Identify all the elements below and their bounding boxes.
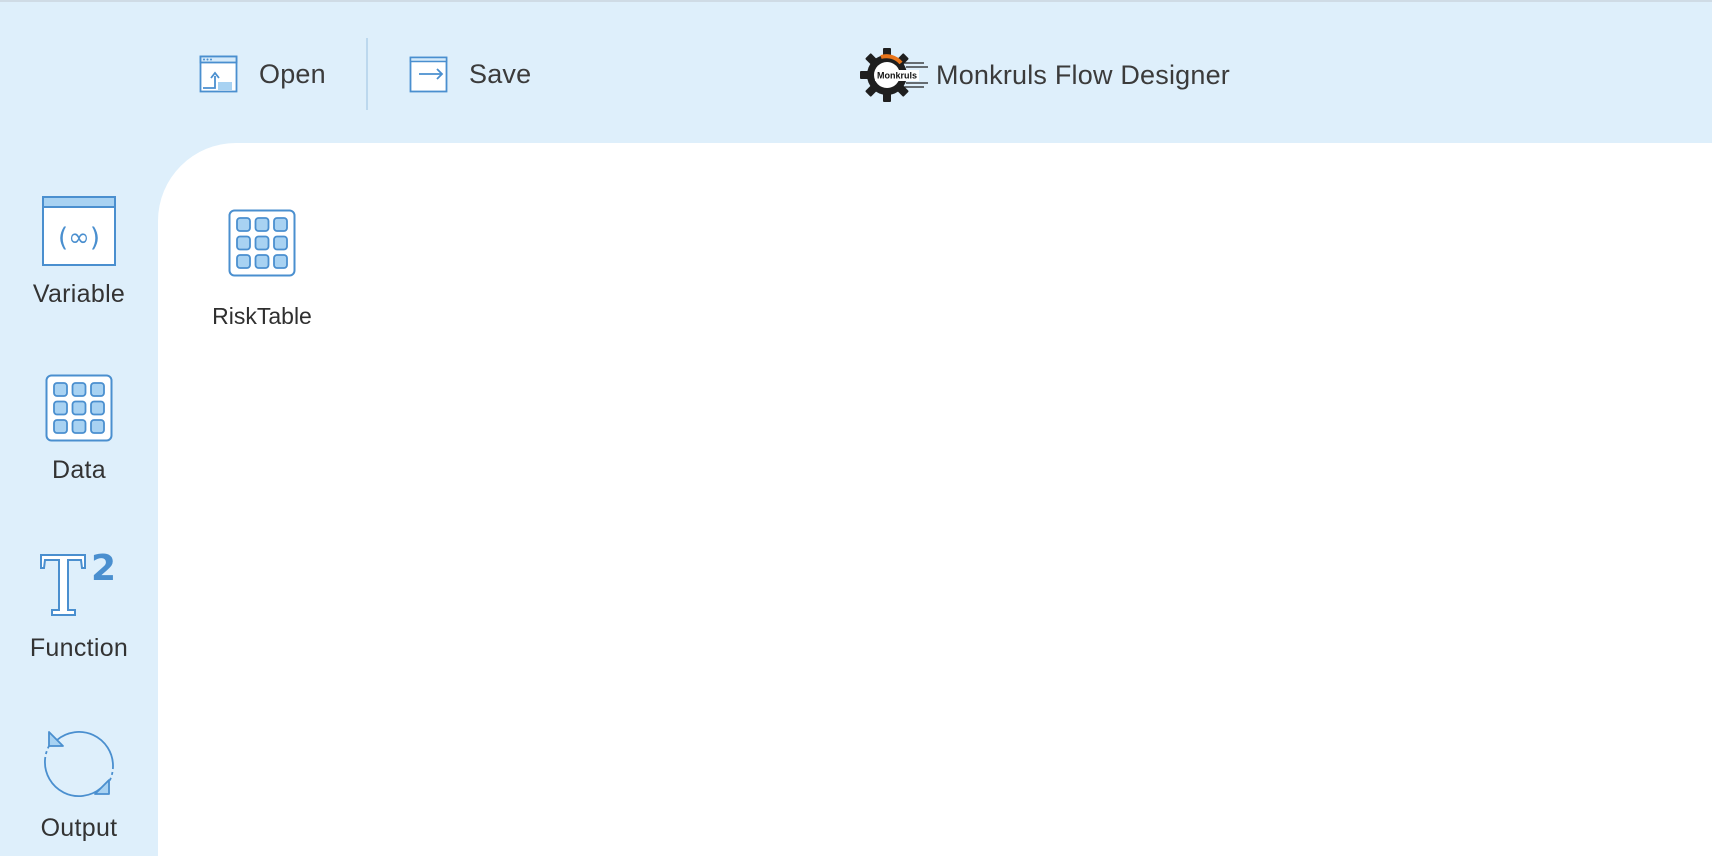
flow-designer-app: Open Save Monkruls Monkruls Flow Designe… — [0, 0, 1712, 856]
canvas-node-risktable[interactable]: RiskTable — [202, 209, 322, 330]
svg-text:2: 2 — [91, 548, 116, 589]
output-cycle-icon — [41, 726, 117, 800]
palette-item-function[interactable]: 2 Function — [0, 546, 158, 663]
open-file-icon — [199, 54, 239, 94]
save-export-icon — [409, 54, 449, 94]
save-button-label: Save — [469, 58, 532, 89]
canvas-node-label: RiskTable — [212, 303, 312, 329]
palette-item-label: Variable — [32, 280, 126, 308]
variable-icon: (∞) — [42, 196, 116, 266]
node-palette: (∞) Variable Data 2 Function Output — [0, 142, 158, 856]
data-grid-icon — [45, 374, 113, 442]
open-button-label: Open — [259, 58, 326, 89]
monkruls-logo: Monkruls — [858, 46, 930, 104]
save-button[interactable]: Save — [409, 52, 531, 96]
logo-text: Monkruls — [877, 71, 917, 81]
app-brand: Monkruls Monkruls Flow Designer — [858, 46, 1230, 104]
function-icon: 2 — [37, 546, 121, 620]
palette-item-label: Output — [40, 814, 118, 842]
app-title: Monkruls Flow Designer — [936, 59, 1230, 90]
palette-item-output[interactable]: Output — [0, 726, 158, 843]
toolbar: Open Save Monkruls Monkruls Flow Designe… — [0, 2, 1712, 142]
open-button[interactable]: Open — [199, 52, 326, 96]
svg-text:(∞): (∞) — [58, 223, 100, 253]
palette-item-label: Data — [51, 456, 106, 484]
palette-item-data[interactable]: Data — [0, 374, 158, 485]
palette-item-label: Function — [29, 634, 129, 662]
palette-item-variable[interactable]: (∞) Variable — [0, 196, 158, 309]
toolbar-divider — [366, 38, 368, 110]
data-grid-icon — [228, 209, 296, 277]
flow-canvas[interactable]: RiskTable — [158, 143, 1712, 856]
